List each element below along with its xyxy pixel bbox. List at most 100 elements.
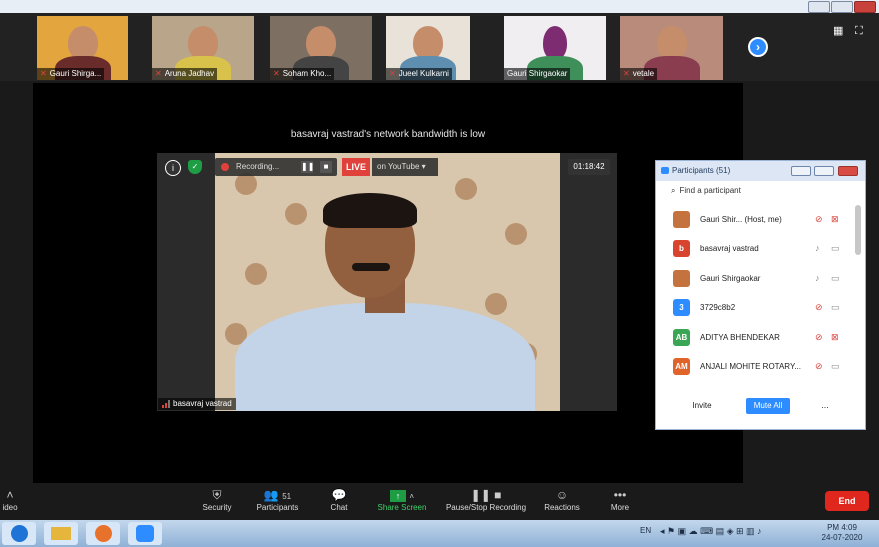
gallery-tile[interactable]: Gauri Shirgaokar (504, 16, 606, 80)
camera-icon[interactable]: ▭ (831, 358, 840, 375)
next-page-button[interactable]: › (748, 37, 768, 57)
participant-name: Gauri Shirgaokar (700, 274, 761, 283)
chat-label: Chat (330, 503, 348, 512)
mic-icon[interactable]: ♪ (815, 240, 820, 257)
pause-stop-recording-button[interactable]: ❚❚ ■ Pause/Stop Recording (440, 487, 532, 519)
mute-all-button[interactable]: Mute All (746, 398, 790, 414)
mic-muted-icon[interactable]: ⊘ (815, 211, 823, 228)
gallery-tile[interactable]: ✕ Soham Kho... (270, 16, 372, 80)
more-button[interactable]: ••• More (600, 487, 640, 519)
recording-timer: 01:18:42 (568, 159, 610, 175)
panel-close-button[interactable] (838, 166, 858, 176)
mic-muted-icon[interactable]: ⊘ (815, 358, 823, 375)
shield-icon: ⛨ (212, 488, 222, 502)
speaker-name-label: basavraj vastrad (158, 398, 236, 410)
search-icon: ⌕ (671, 186, 676, 195)
fullscreen-icon[interactable]: ⛶ (855, 25, 867, 37)
gallery-tile-name: ✕ Jueel Kulkarni (386, 68, 452, 80)
participant-avatar: AB (673, 329, 690, 346)
camera-icon[interactable]: ▭ (831, 240, 840, 257)
encryption-shield-icon[interactable]: ✓ (188, 160, 202, 174)
participant-name: basavraj vastrad (700, 244, 759, 253)
maximize-button[interactable] (831, 1, 853, 13)
live-badge: LIVE (342, 158, 370, 176)
gallery-tile-name: ✕ vetale (620, 68, 658, 80)
mic-muted-icon: ✕ (40, 69, 47, 78)
taskbar-clock[interactable]: PM 4:09 24-07-2020 (812, 523, 872, 543)
gallery-tile-name: Gauri Shirgaokar (504, 68, 571, 80)
ie-icon[interactable] (2, 522, 36, 545)
live-destination-label: on YouTube (377, 162, 420, 171)
camera-off-icon[interactable]: ⊠ (831, 211, 839, 228)
participant-avatar (673, 211, 690, 228)
video-button[interactable]: ˄ ideo (0, 487, 20, 519)
camera-off-icon[interactable]: ⊠ (831, 329, 839, 346)
participant-video (306, 26, 336, 60)
participant-row[interactable]: b basavraj vastrad ♪ ▭ (661, 234, 851, 262)
stop-recording-button[interactable]: ■ (320, 161, 332, 173)
mic-icon[interactable]: ♪ (815, 270, 820, 287)
language-indicator[interactable]: EN (640, 526, 651, 535)
participant-video (656, 26, 687, 60)
participant-row[interactable]: AB ADITYA BHENDEKAR ⊘ ⊠ (661, 323, 851, 351)
find-participant-input[interactable]: ⌕ Find a participant (661, 183, 857, 199)
pause-stop-icon: ❚❚ ■ (470, 488, 502, 502)
share-screen-button[interactable]: ↑ ˄ Share Screen (373, 487, 431, 519)
camera-icon[interactable]: ▭ (831, 270, 840, 287)
panel-minimize-button[interactable] (791, 166, 811, 176)
security-button[interactable]: ⛨ Security (195, 487, 239, 519)
pause-recording-button[interactable]: ❚❚ (301, 161, 314, 173)
live-destination-dropdown[interactable]: on YouTube ▾ (372, 158, 438, 176)
gallery-tile[interactable]: ✕ vetale (620, 16, 723, 80)
panel-more-button[interactable]: ... (815, 398, 835, 414)
participant-video (188, 26, 218, 60)
mic-muted-icon[interactable]: ⊘ (815, 299, 823, 316)
file-explorer-icon[interactable] (44, 522, 78, 545)
participant-avatar: 3 (673, 299, 690, 316)
participant-row[interactable]: Gauri Shir... (Host, me) ⊘ ⊠ (661, 205, 851, 233)
gallery-tile-name: ✕ Soham Kho... (270, 68, 335, 80)
gallery-view-icon[interactable]: ▦ (833, 25, 845, 37)
participants-icon: 👥 51 (263, 488, 292, 502)
zoom-logo-icon (661, 167, 669, 174)
panel-popout-button[interactable] (814, 166, 834, 176)
reactions-icon: ☺ (555, 488, 569, 502)
gallery-tile[interactable]: ✕ Aruna Jadhav (152, 16, 254, 80)
zoom-taskbar-icon[interactable] (128, 522, 162, 545)
bandwidth-notice: basavraj vastrad's network bandwidth is … (290, 129, 486, 140)
pause-stop-recording-label: Pause/Stop Recording (445, 503, 527, 512)
gallery-tile[interactable]: ✕ Jueel Kulkarni (386, 16, 470, 80)
chevron-up-icon: ˄ (6, 488, 14, 502)
participant-avatar: b (673, 240, 690, 257)
reactions-button[interactable]: ☺ Reactions (540, 487, 584, 519)
participant-row[interactable]: Gauri Shirgaokar ♪ ▭ (661, 264, 851, 292)
participant-avatar (673, 270, 690, 287)
participant-name: Gauri Shir... (Host, me) (700, 215, 782, 224)
participant-video (413, 26, 443, 60)
rotary-logo (543, 26, 567, 60)
participant-row[interactable]: AM ANJALI MOHITE ROTARY... ⊘ ▭ (661, 352, 851, 380)
mic-muted-icon: ✕ (389, 69, 396, 78)
speaker-video-image (215, 153, 560, 411)
window-close-button[interactable] (854, 1, 876, 13)
participants-panel-title: Participants (51) (672, 166, 731, 175)
participants-button[interactable]: 👥 51 Participants (250, 487, 305, 519)
participant-name: 3729c8b2 (700, 303, 736, 312)
firefox-icon[interactable] (86, 522, 120, 545)
participant-row[interactable]: 3 3729c8b2 ⊘ ▭ (661, 293, 851, 321)
system-tray-icons[interactable]: ◂ ⚑ ▣ ☁ ⌨ ▤ ◈ ⊞ ▥ ♪ (660, 526, 762, 537)
participant-name: ADITYA BHENDEKAR (700, 333, 780, 342)
taskbar-date: 24-07-2020 (821, 533, 863, 542)
invite-button[interactable]: Invite (684, 398, 720, 414)
signal-bars-icon (162, 399, 170, 408)
gallery-tile[interactable]: ✕ Gauri Shirga... (37, 16, 128, 80)
share-screen-icon: ↑ ˄ (373, 487, 431, 503)
mic-muted-icon[interactable]: ⊘ (815, 329, 823, 346)
end-meeting-button[interactable]: End (825, 491, 869, 511)
participants-scrollbar[interactable] (855, 205, 861, 255)
info-icon[interactable]: i (165, 160, 181, 176)
chat-button[interactable]: 💬 Chat (320, 487, 358, 519)
more-label: More (610, 503, 630, 512)
camera-icon[interactable]: ▭ (831, 299, 840, 316)
minimize-button[interactable] (808, 1, 830, 13)
